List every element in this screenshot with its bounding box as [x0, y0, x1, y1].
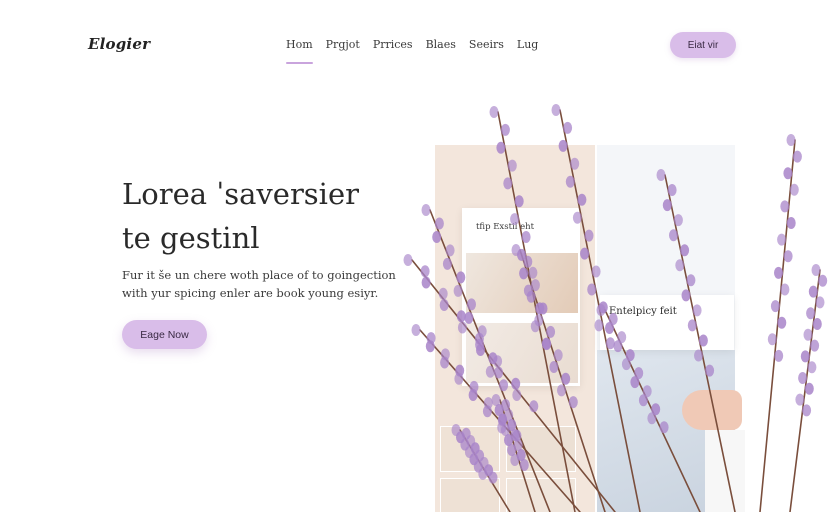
hero-description-line-2: with yur spicing enler are book young es…	[122, 286, 379, 300]
nav-item-projects[interactable]: Prgjot	[326, 38, 360, 51]
nav-item-blog[interactable]: Blaes	[426, 38, 456, 51]
main-nav: Hom Prgjot Prrices Blaes Seeirs Lug	[286, 38, 538, 64]
hero-description-line-1: Fur it še un chere woth place of to goin…	[122, 268, 396, 282]
nav-item-services[interactable]: Seeirs	[469, 38, 504, 51]
site-header: Elogier Hom Prgjot Prrices Blaes Seeirs …	[0, 0, 832, 90]
hero-visual: tfip Exstil eht Entelpicy feit	[400, 100, 832, 512]
hero-title-line-1: Lorea ˈsaversier	[122, 177, 359, 211]
hero-description: Fur it še un chere woth place of to goin…	[122, 266, 412, 302]
header-cta-button[interactable]: Eiat vir	[670, 32, 736, 58]
nav-item-prices[interactable]: Prrices	[373, 38, 413, 51]
hero-cta-button[interactable]: Eage Now	[122, 320, 207, 349]
lavender-illustration	[403, 104, 828, 512]
hero-title: Lorea ˈsaversier te gestinl	[122, 172, 422, 260]
nav-item-log[interactable]: Lug	[517, 38, 538, 51]
brand-logo[interactable]: Elogier	[88, 35, 150, 53]
nav-item-home[interactable]: Hom	[286, 38, 313, 64]
hero-title-line-2: te gestinl	[122, 221, 260, 255]
